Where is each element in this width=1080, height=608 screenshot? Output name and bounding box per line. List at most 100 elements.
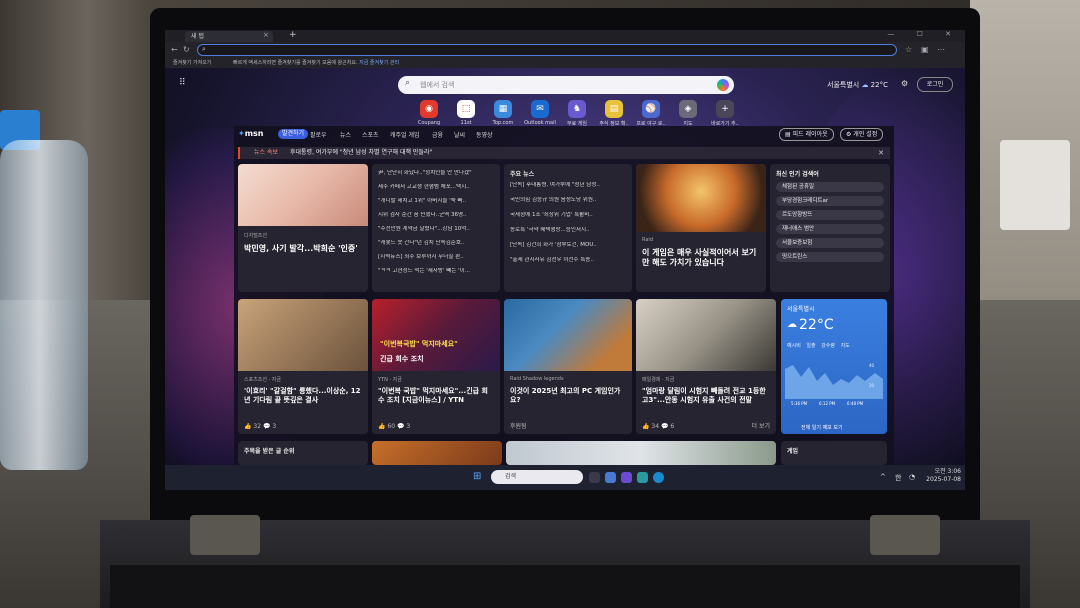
address-bar[interactable]: ⌕ — [197, 44, 897, 56]
clock[interactable]: 오전 3:06 2025-07-08 — [926, 468, 961, 484]
tab-discover[interactable]: 발견하기 — [278, 129, 309, 139]
card-source: YTN · 지금 — [378, 377, 402, 383]
weather-tabs[interactable]: 예시비 일출 강수량 지도 — [787, 342, 850, 349]
thumb-overlay-2: 긴급 회수 조치 — [380, 355, 424, 363]
edge-icon[interactable] — [653, 472, 664, 483]
login-button[interactable]: 로그인 — [917, 77, 953, 92]
web-search-box[interactable]: ⌕ 웹에서 검색 — [398, 76, 734, 94]
window-controls[interactable]: — ☐ ✕ — [887, 30, 961, 38]
card-reactions: 👍 34 💬 6 — [642, 423, 675, 430]
tab-title: 새 탭 — [191, 33, 204, 40]
tab-follow[interactable]: 팔로우 — [310, 130, 327, 139]
card-title: 이 게임은 매우 사실적이어서 보기만 해도 가치가 있습니다 — [642, 248, 757, 267]
time-label: 6:48 PM — [847, 401, 864, 406]
trending-item[interactable]: 체험된 공휴일 — [776, 182, 884, 192]
store-icon[interactable] — [621, 472, 632, 483]
shortcut-game[interactable]: ♞ 무료 게임 — [559, 100, 595, 127]
shortcut-baseball[interactable]: ⚾ 프로 야구 로.. — [633, 100, 669, 127]
shortcut-outlook[interactable]: ✉ Outlook mail — [522, 100, 558, 126]
more-link[interactable]: 더 보기 — [752, 421, 770, 430]
shortcut-map[interactable]: ◈ 지도 — [670, 100, 706, 127]
windows-start-icon[interactable]: ⊞ — [473, 471, 481, 482]
shortcut-plus[interactable]: + 바로가기 추.. — [707, 100, 743, 127]
settings-gear-icon[interactable]: ⚙ — [901, 79, 908, 88]
full-forecast-link[interactable]: 전체 일기 예보 보기 — [801, 424, 843, 431]
photos-icon[interactable] — [637, 472, 648, 483]
new-tab-button[interactable]: + — [289, 30, 297, 40]
card-title: "엄마랑 달림이 시험지 빼돌려 전교 1등한 고3"...안동 시험지 유출 … — [642, 387, 766, 404]
manage-favorites-link[interactable]: 지금 즐겨찾기 관리 — [359, 60, 399, 66]
tray-chevron-icon[interactable]: ^ — [880, 473, 886, 481]
breaking-news-bar[interactable]: 뉴스 속보 후대통령, 여가부에 "청년 남성 차별 연구해 대책 만들라" ✕ — [238, 147, 890, 159]
collections-icon[interactable]: ▣ — [921, 45, 929, 54]
list-item[interactable]: [단독] 김건희 화가 '삼부토건, MOU.. — [510, 242, 626, 249]
shortcut-stock[interactable]: ▤ 주식 정보 확.. — [596, 100, 632, 127]
list-item[interactable]: 尹, 단단히 화났다.."정치인들 안 만나겠" — [378, 170, 494, 177]
list-item[interactable]: "ㅋㅋ 고현정드 먹는 '제자방' 빼는 '이... — [378, 268, 494, 275]
wifi-icon[interactable]: ◔ — [909, 473, 915, 481]
trending-item[interactable]: 띵으트린스 — [776, 252, 884, 262]
list-item[interactable]: "개니발 제치고 1위" 아버지들 '쑥 빠.. — [378, 198, 494, 205]
list-item[interactable]: 국세청에 1조 '최상위 기업' 특활비.. — [510, 212, 626, 219]
trending-item[interactable]: 르도앙향방뜨 — [776, 210, 884, 220]
apps-grid-icon[interactable]: ⠿ — [179, 78, 186, 88]
news-card[interactable]: "이번복국밥" 먹지마세요" 긴급 회수 조치 YTN · 지금 "이번복 국밥… — [372, 299, 500, 434]
clock-date: 2025-07-08 — [926, 476, 961, 483]
refresh-icon[interactable]: ↻ — [183, 45, 190, 54]
news-card[interactable]: 스포츠조선 · 지금 '이효리' "갈걸함" 릉했다...이상순, 12년 기다… — [238, 299, 368, 434]
tab-sports[interactable]: 스포츠 — [362, 130, 379, 139]
list-item[interactable]: "캐봇드 못 간다"던 김치 단속김준호.. — [378, 240, 494, 247]
trending-item[interactable]: 재너애스 범안 — [776, 224, 884, 234]
input-lang[interactable]: 한 — [895, 473, 901, 483]
shortcut-11st[interactable]: ⬚ 11st — [448, 100, 484, 126]
tab-weather[interactable]: 날씨 — [454, 130, 465, 139]
import-favorites[interactable]: 즐겨찾기 가져오기 — [173, 58, 211, 68]
card-source: Raid Shadow legends — [510, 376, 564, 382]
tab-strip: 새 탭 × + — ☐ ✕ — [165, 30, 965, 42]
back-icon[interactable]: ← — [171, 45, 178, 54]
browser-tab[interactable]: 새 탭 — [185, 31, 273, 42]
feed-layout-button[interactable]: ▤ 피드 레이아웃 — [779, 128, 834, 141]
weather-widget-top[interactable]: 서울특별시 ☁ 22°C — [827, 80, 888, 90]
taskbar: ⊞ 검색 ^ 한 ◔ 오전 3:06 2025-07-08 — [165, 465, 965, 490]
list-item[interactable]: 지위 검사 순간 꿈 민했다..군역 36명.. — [378, 212, 494, 219]
tab-close-icon[interactable]: × — [263, 31, 269, 39]
tab-finance[interactable]: 금융 — [432, 130, 443, 139]
tab-video[interactable]: 동영상 — [476, 130, 493, 139]
news-card[interactable]: 매일경제 · 지금 "엄마랑 달림이 시험지 빼돌려 전교 1등한 고3"...… — [636, 299, 776, 434]
search-placeholder: 웹에서 검색 — [420, 81, 455, 89]
shortcut-top[interactable]: ▦ Top.com — [485, 100, 521, 126]
trending-item[interactable]: 부당경험크레디트ar — [776, 196, 884, 206]
news-card[interactable] — [506, 441, 776, 465]
shortcut-coupang[interactable]: ◉ Coupang — [411, 100, 447, 126]
list-item[interactable]: [지력뉴스] 최주 보루까지 무너질 판.. — [378, 254, 494, 261]
personalize-button[interactable]: ⚙ 개인 설정 — [840, 128, 884, 141]
ad-card[interactable]: Raid Shadow legends 이것이 2025년 최고의 PC 게임인… — [504, 299, 632, 434]
tab-news[interactable]: 뉴스 — [340, 130, 351, 139]
tab-casual-games[interactable]: 캐주얼 게임 — [390, 130, 420, 139]
file-explorer-icon[interactable] — [605, 472, 616, 483]
trending-item[interactable]: 서울보증보험 — [776, 238, 884, 248]
card-photo — [238, 164, 368, 226]
list-item[interactable]: [단독] 후대통령, 여가부에 "청년 남성.. — [510, 182, 626, 189]
list-item[interactable]: "수천만원 계약금 날렸다"...강남 10억.. — [378, 226, 494, 233]
close-icon[interactable]: ✕ — [878, 147, 884, 159]
ad-card[interactable]: Raid 이 게임은 매우 사실적이어서 보기만 해도 가치가 있습니다 — [636, 164, 766, 292]
weather-temp: 22°C — [870, 81, 888, 89]
list-item[interactable]: 동로특 '극약 혜택행랑...승인서시.. — [510, 227, 626, 234]
msn-logo[interactable]: ✦msn — [238, 129, 264, 138]
list-item[interactable]: "출세 관지사유 김선우 이전수 특종.. — [510, 257, 626, 264]
weather-card-temp: 22°C — [799, 317, 834, 333]
favorites-icon[interactable]: ☆ — [905, 45, 912, 54]
news-card[interactable] — [372, 441, 502, 465]
copilot-icon[interactable] — [717, 79, 729, 91]
list-item[interactable]: 국민의힘 김승규 의원 음성도당 위원.. — [510, 197, 626, 204]
menu-icon[interactable]: ⋯ — [937, 45, 945, 54]
plus-icon: + — [716, 100, 734, 118]
weather-card[interactable]: 서울특별시 ☁ 22°C 예시비 일출 강수량 지도 40 20 5:36 PM… — [781, 299, 887, 434]
card-photo — [636, 164, 766, 232]
taskbar-search[interactable]: 검색 — [491, 470, 583, 484]
task-view-icon[interactable] — [589, 472, 600, 483]
list-item[interactable]: 제주 카페서 고교생 현행범 체포...택시.. — [378, 184, 494, 191]
news-card[interactable]: 디지털조선 박민영, 사기 발각...박희순 '인증' — [238, 164, 368, 292]
